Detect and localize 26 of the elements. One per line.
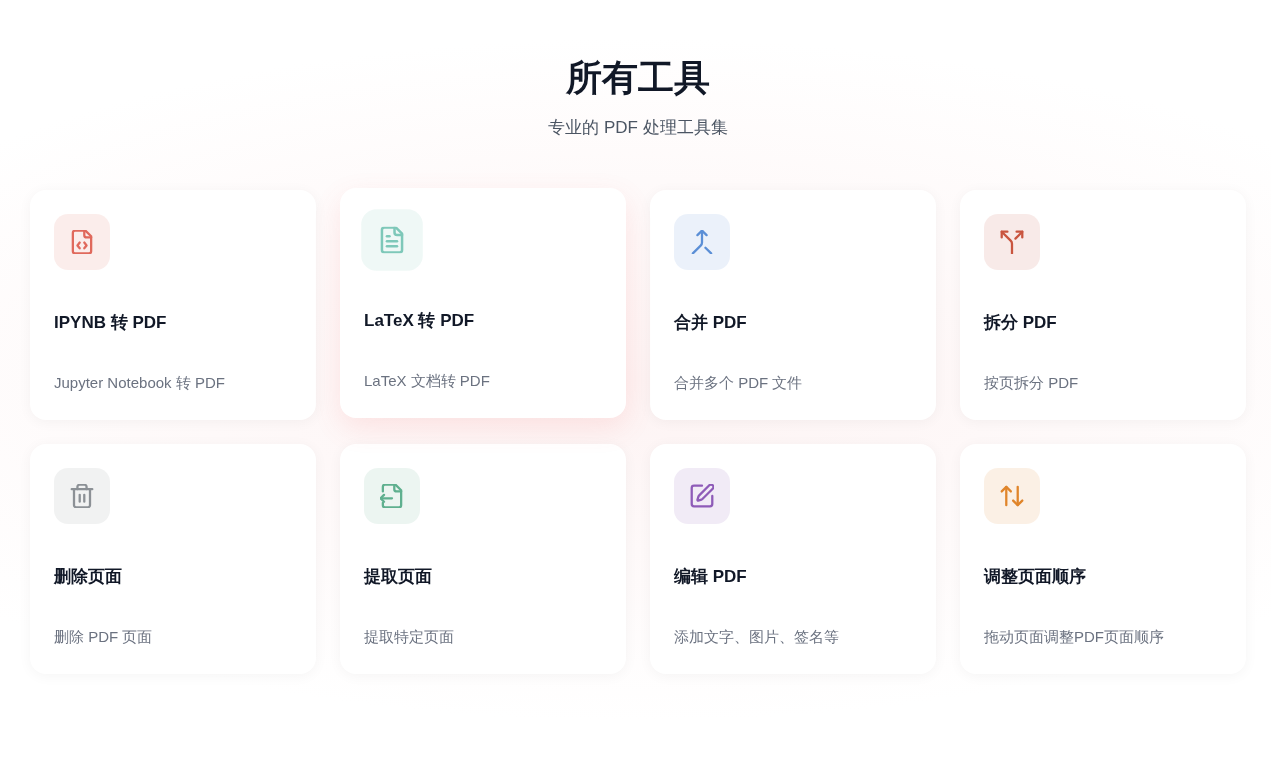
tool-description: LaTeX 文档转 PDF	[364, 371, 490, 391]
tool-title: 删除页面	[54, 566, 122, 588]
tool-description: 拖动页面调整PDF页面顺序	[984, 627, 1164, 647]
tool-card[interactable]: 删除页面 删除 PDF 页面	[30, 444, 316, 674]
tool-title: 拆分 PDF	[984, 312, 1057, 334]
tool-card[interactable]: 调整页面顺序 拖动页面调整PDF页面顺序	[960, 444, 1246, 674]
tool-description: Jupyter Notebook 转 PDF	[54, 373, 225, 393]
tool-title: LaTeX 转 PDF	[364, 310, 475, 332]
tool-title: 合并 PDF	[674, 312, 747, 334]
tool-title: 调整页面顺序	[984, 566, 1086, 588]
tool-description: 添加文字、图片、签名等	[674, 627, 839, 647]
tool-card[interactable]: 合并 PDF 合并多个 PDF 文件	[650, 190, 936, 420]
tool-card[interactable]: 编辑 PDF 添加文字、图片、签名等	[650, 444, 936, 674]
tool-description: 提取特定页面	[364, 627, 454, 647]
tool-title: IPYNB 转 PDF	[54, 312, 167, 334]
tool-card[interactable]: LaTeX 转 PDF LaTeX 文档转 PDF	[340, 188, 626, 418]
tool-description: 按页拆分 PDF	[984, 373, 1079, 393]
page-title: 所有工具	[566, 56, 710, 100]
tool-description: 合并多个 PDF 文件	[674, 373, 803, 393]
page-subtitle: 专业的 PDF 处理工具集	[548, 117, 728, 139]
tool-card[interactable]: IPYNB 转 PDF Jupyter Notebook 转 PDF	[30, 190, 316, 420]
tool-card[interactable]: 提取页面 提取特定页面	[340, 444, 626, 674]
tool-title: 提取页面	[364, 566, 432, 588]
tool-title: 编辑 PDF	[674, 566, 747, 588]
tool-description: 删除 PDF 页面	[54, 627, 153, 647]
tool-card[interactable]: 拆分 PDF 按页拆分 PDF	[960, 190, 1246, 420]
